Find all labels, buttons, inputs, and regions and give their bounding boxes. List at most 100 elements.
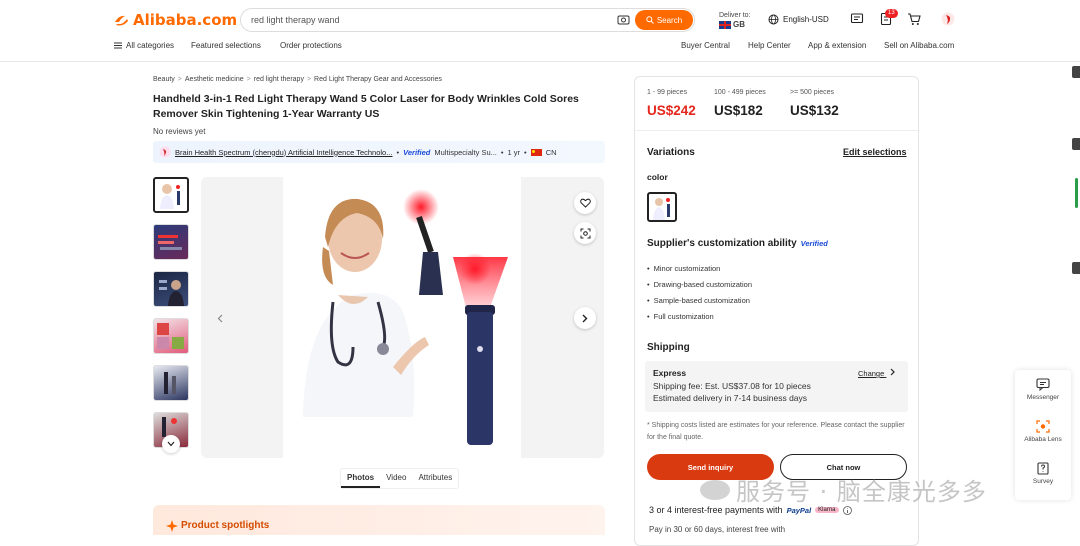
- buyer-central-link[interactable]: Buyer Central: [681, 41, 730, 50]
- thumbnail-image[interactable]: [153, 365, 189, 401]
- edit-selections-link[interactable]: Edit selections: [843, 147, 907, 157]
- product-spotlights-title: Product spotlights: [181, 520, 270, 531]
- sell-on-alibaba-link[interactable]: Sell on Alibaba.com: [884, 41, 954, 50]
- color-swatch[interactable]: [647, 192, 677, 222]
- deliver-label: Deliver to:: [719, 12, 751, 19]
- side-edge-tab[interactable]: [1072, 66, 1080, 78]
- chevron-right-icon: [582, 314, 588, 322]
- breadcrumb-separator: >: [177, 76, 182, 83]
- orders-badge: 13: [885, 9, 898, 18]
- china-flag-icon: [530, 148, 542, 156]
- search-button[interactable]: Search: [635, 10, 693, 30]
- customization-title: Supplier's customization ability: [647, 238, 797, 249]
- watermark-text: 服务号 · 脑全康光多多: [736, 478, 987, 506]
- thumbnails-scroll-down[interactable]: [162, 435, 180, 453]
- thumbnail-strip: [153, 177, 189, 459]
- watermark: 服务号 · 脑全康光多多: [700, 472, 987, 507]
- chat-bubble-icon: [1036, 378, 1050, 391]
- variations-title: Variations: [647, 147, 695, 158]
- lens-label: Alibaba Lens: [1024, 436, 1062, 443]
- breadcrumb-separator: >: [246, 76, 251, 83]
- uk-flag-icon: [719, 20, 731, 29]
- cart-icon[interactable]: [907, 12, 921, 26]
- favorite-button[interactable]: [574, 192, 596, 214]
- shipping-note: * Shipping costs listed are estimates fo…: [647, 422, 905, 441]
- klarna-logo: Klarna: [815, 507, 839, 513]
- language-selector[interactable]: English-USD: [768, 14, 829, 25]
- product-main-image[interactable]: [283, 177, 521, 458]
- color-label: color: [647, 172, 668, 182]
- side-edge-tab[interactable]: [1072, 138, 1080, 150]
- messenger-label: Messenger: [1026, 394, 1060, 401]
- messenger-button[interactable]: Messenger: [1015, 378, 1071, 401]
- heart-icon: [579, 198, 591, 208]
- breadcrumb-item[interactable]: Aesthetic medicine: [185, 76, 244, 83]
- pay-later-text: Pay in 30 or 60 days, interest free with: [649, 525, 786, 534]
- dot-separator: •: [500, 147, 504, 157]
- tab-photos[interactable]: Photos: [341, 469, 381, 488]
- customization-heading: Supplier's customization ability Verifie…: [647, 238, 828, 249]
- scroll-indicator[interactable]: [1075, 178, 1078, 208]
- shipping-fee: Shipping fee: Est. US$37.08 for 10 piece…: [653, 381, 811, 391]
- reviews-text: No reviews yet: [153, 127, 206, 136]
- alibaba-lens-button[interactable]: Alibaba Lens: [1015, 420, 1071, 443]
- price-tiers: 1 - 99 pieces US$242 100 - 499 pieces US$1…: [635, 77, 920, 131]
- supplier-name-link[interactable]: Brain Health Spectrum (chengdu) Artifici…: [175, 148, 392, 157]
- side-edge-tab[interactable]: [1072, 262, 1080, 274]
- change-shipping-link[interactable]: Change: [858, 368, 896, 378]
- survey-button[interactable]: Survey: [1015, 462, 1071, 485]
- supplier-bar: Brain Health Spectrum (chengdu) Artifici…: [153, 141, 605, 163]
- thumbnail-image[interactable]: [153, 318, 189, 354]
- floating-help-rail: Messenger Alibaba Lens Survey: [1015, 370, 1071, 500]
- thumbnail-image[interactable]: [153, 177, 189, 213]
- change-label: Change: [858, 369, 885, 378]
- shipping-title: Shipping: [647, 342, 690, 353]
- scan-icon: [580, 228, 590, 238]
- prev-image-button[interactable]: [209, 307, 231, 329]
- thumbnail-image[interactable]: [153, 271, 189, 307]
- chevron-right-icon: [890, 368, 896, 376]
- verified-badge: Verified: [800, 239, 828, 248]
- verified-badge: Verified: [403, 147, 431, 157]
- customization-item: Drawing-based customization: [647, 277, 752, 293]
- alibaba-logo[interactable]: Alibaba.com: [113, 11, 237, 29]
- breadcrumb-item[interactable]: red light therapy: [254, 76, 304, 83]
- supplier-type: Multispecialty Su...: [434, 147, 497, 157]
- survey-icon: [1037, 462, 1049, 475]
- deliver-country: GB: [733, 20, 745, 29]
- breadcrumb-separator: >: [306, 76, 312, 83]
- product-spotlights-banner: Product spotlights: [153, 505, 605, 535]
- breadcrumb: Beauty > Aesthetic medicine > red light ther…: [153, 76, 442, 83]
- tab-video[interactable]: Video: [380, 469, 412, 488]
- dot-separator: •: [524, 147, 527, 157]
- app-extension-link[interactable]: App & extension: [808, 41, 866, 50]
- survey-label: Survey: [1032, 478, 1054, 485]
- message-icon[interactable]: [850, 12, 864, 26]
- search-input[interactable]: [251, 12, 581, 28]
- thumbnail-image[interactable]: [153, 224, 189, 260]
- alibaba-logo-icon: [115, 15, 128, 26]
- shipping-method: Express: [653, 368, 687, 378]
- breadcrumb-item[interactable]: Beauty: [153, 76, 175, 83]
- all-categories[interactable]: All categories: [114, 41, 174, 50]
- deliver-to[interactable]: Deliver to: GB: [719, 11, 751, 29]
- next-image-button[interactable]: [574, 307, 596, 329]
- customization-item: Minor customization: [647, 261, 752, 277]
- logo-text: Alibaba.com: [133, 11, 238, 29]
- customization-item: Sample-based customization: [647, 293, 752, 309]
- spotlight-icon: [166, 520, 178, 532]
- order-protections-link[interactable]: Order protections: [280, 41, 342, 50]
- help-center-link[interactable]: Help Center: [748, 41, 791, 50]
- customization-list: Minor customization Drawing-based custom…: [647, 261, 752, 325]
- image-search-button[interactable]: [574, 222, 596, 244]
- tier-price: US$132: [790, 103, 839, 118]
- product-image-gallery: [201, 177, 604, 458]
- avatar-icon[interactable]: [941, 12, 955, 26]
- tier-range: 1 - 99 pieces: [647, 89, 688, 96]
- featured-selections-link[interactable]: Featured selections: [191, 41, 261, 50]
- breadcrumb-item[interactable]: Red Light Therapy Gear and Accessories: [314, 76, 442, 83]
- search-button-label: Search: [656, 15, 683, 25]
- tab-attributes[interactable]: Attributes: [412, 469, 458, 488]
- camera-search-icon[interactable]: [617, 14, 630, 26]
- shipping-option: Express Change Shipping fee: Est. US$37.…: [645, 361, 908, 412]
